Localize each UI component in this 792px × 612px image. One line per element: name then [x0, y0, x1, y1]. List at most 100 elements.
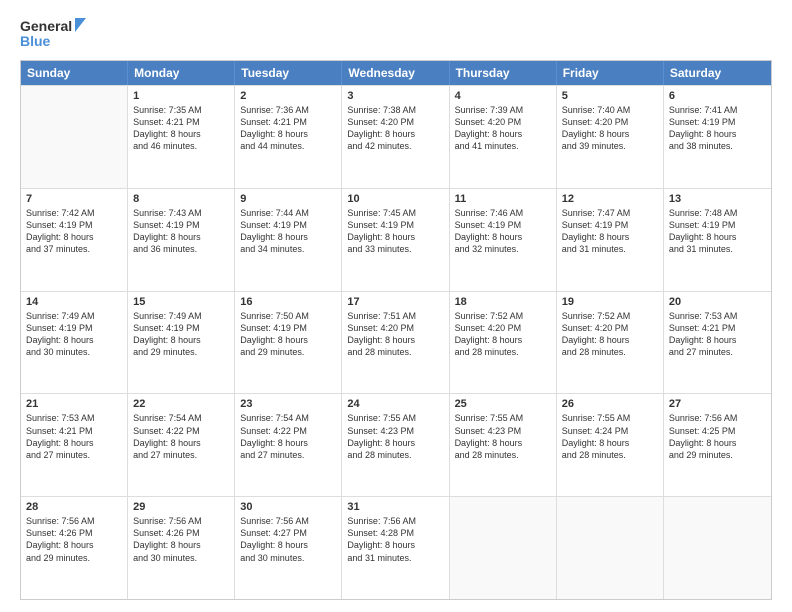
daylight2-line: and 29 minutes. — [26, 552, 122, 564]
sunrise-line: Sunrise: 7:41 AM — [669, 104, 766, 116]
calendar-cell — [21, 86, 128, 188]
daylight2-line: and 28 minutes. — [347, 346, 443, 358]
calendar-cell: 10Sunrise: 7:45 AMSunset: 4:19 PMDayligh… — [342, 189, 449, 291]
daylight2-line: and 30 minutes. — [26, 346, 122, 358]
day-number: 29 — [133, 501, 229, 513]
sunset-line: Sunset: 4:22 PM — [133, 425, 229, 437]
calendar-cell: 7Sunrise: 7:42 AMSunset: 4:19 PMDaylight… — [21, 189, 128, 291]
day-number: 26 — [562, 398, 658, 410]
daylight2-line: and 39 minutes. — [562, 140, 658, 152]
day-number: 9 — [240, 193, 336, 205]
day-number: 20 — [669, 296, 766, 308]
daylight2-line: and 28 minutes. — [562, 449, 658, 461]
daylight2-line: and 28 minutes. — [455, 346, 551, 358]
sunset-line: Sunset: 4:23 PM — [347, 425, 443, 437]
day-number: 5 — [562, 90, 658, 102]
sunset-line: Sunset: 4:26 PM — [26, 527, 122, 539]
daylight-line: Daylight: 8 hours — [133, 437, 229, 449]
sunrise-line: Sunrise: 7:49 AM — [133, 310, 229, 322]
daylight-line: Daylight: 8 hours — [455, 231, 551, 243]
calendar-cell: 16 Sunrise: 7:50 AMSunset: 4:19 PMDayligh… — [235, 292, 342, 394]
sunrise-line: Sunrise: 7:54 AM — [240, 412, 336, 424]
daylight2-line: and 27 minutes. — [133, 449, 229, 461]
calendar-cell: 27Sunrise: 7:56 AMSunset: 4:25 PMDayligh… — [664, 394, 771, 496]
daylight-line: Daylight: 8 hours — [562, 437, 658, 449]
daylight2-line: and 32 minutes. — [455, 243, 551, 255]
calendar-header: SundayMondayTuesdayWednesdayThursdayFrid… — [21, 61, 771, 85]
sunset-line: Sunset: 4:19 PM — [240, 219, 336, 231]
logo-svg: GeneralBlue — [20, 16, 90, 52]
day-of-week-header: Thursday — [450, 61, 557, 85]
sunset-line: Sunset: 4:20 PM — [562, 322, 658, 334]
day-number: 6 — [669, 90, 766, 102]
sunrise-line: Sunrise: 7:38 AM — [347, 104, 443, 116]
day-number: 15 — [133, 296, 229, 308]
calendar-cell: 29Sunrise: 7:56 AMSunset: 4:26 PMDayligh… — [128, 497, 235, 599]
sunset-line: Sunset: 4:20 PM — [347, 322, 443, 334]
sunrise-line: Sunrise: 7:39 AM — [455, 104, 551, 116]
day-number: 27 — [669, 398, 766, 410]
daylight2-line: and 27 minutes. — [26, 449, 122, 461]
calendar-cell: 30Sunrise: 7:56 AMSunset: 4:27 PMDayligh… — [235, 497, 342, 599]
sunset-line: Sunset: 4:19 PM — [669, 219, 766, 231]
sunrise-line: Sunrise: 7:45 AM — [347, 207, 443, 219]
sunset-line: Sunset: 4:21 PM — [669, 322, 766, 334]
calendar-cell: 23Sunrise: 7:54 AMSunset: 4:22 PMDayligh… — [235, 394, 342, 496]
daylight-line: Daylight: 8 hours — [26, 334, 122, 346]
day-of-week-header: Sunday — [21, 61, 128, 85]
sunset-line: Sunset: 4:19 PM — [562, 219, 658, 231]
calendar-cell — [450, 497, 557, 599]
calendar-cell: 2Sunrise: 7:36 AMSunset: 4:21 PMDaylight… — [235, 86, 342, 188]
daylight-line: Daylight: 8 hours — [240, 231, 336, 243]
sunrise-line: Sunrise: 7:46 AM — [455, 207, 551, 219]
day-number: 18 — [455, 296, 551, 308]
daylight2-line: and 30 minutes. — [133, 552, 229, 564]
calendar-row: 1Sunrise: 7:35 AMSunset: 4:21 PMDaylight… — [21, 85, 771, 188]
day-number: 11 — [455, 193, 551, 205]
daylight-line: Daylight: 8 hours — [347, 128, 443, 140]
calendar: SundayMondayTuesdayWednesdayThursdayFrid… — [20, 60, 772, 600]
header: GeneralBlue — [20, 16, 772, 52]
sunset-line: Sunset: 4:22 PM — [240, 425, 336, 437]
sunrise-line: Sunrise: 7:42 AM — [26, 207, 122, 219]
daylight-line: Daylight: 8 hours — [240, 128, 336, 140]
sunrise-line: Sunrise: 7:56 AM — [240, 515, 336, 527]
day-of-week-header: Wednesday — [342, 61, 449, 85]
calendar-cell: 25Sunrise: 7:55 AMSunset: 4:23 PMDayligh… — [450, 394, 557, 496]
calendar-row: 7Sunrise: 7:42 AMSunset: 4:19 PMDaylight… — [21, 188, 771, 291]
daylight2-line: and 29 minutes. — [133, 346, 229, 358]
sunset-line: Sunset: 4:19 PM — [240, 322, 336, 334]
day-number: 16 — [240, 296, 336, 308]
daylight-line: Daylight: 8 hours — [240, 437, 336, 449]
sunset-line: Sunset: 4:19 PM — [133, 322, 229, 334]
day-number: 4 — [455, 90, 551, 102]
sunset-line: Sunset: 4:23 PM — [455, 425, 551, 437]
sunrise-line: Sunrise: 7:52 AM — [562, 310, 658, 322]
calendar-cell: 18Sunrise: 7:52 AMSunset: 4:20 PMDayligh… — [450, 292, 557, 394]
daylight-line: Daylight: 8 hours — [669, 334, 766, 346]
daylight-line: Daylight: 8 hours — [669, 231, 766, 243]
calendar-cell: 12Sunrise: 7:47 AMSunset: 4:19 PMDayligh… — [557, 189, 664, 291]
sunset-line: Sunset: 4:20 PM — [455, 116, 551, 128]
calendar-cell: 11Sunrise: 7:46 AMSunset: 4:19 PMDayligh… — [450, 189, 557, 291]
daylight2-line: and 30 minutes. — [240, 552, 336, 564]
sunset-line: Sunset: 4:19 PM — [669, 116, 766, 128]
calendar-cell: 4Sunrise: 7:39 AMSunset: 4:20 PMDaylight… — [450, 86, 557, 188]
sunset-line: Sunset: 4:24 PM — [562, 425, 658, 437]
sunset-line: Sunset: 4:27 PM — [240, 527, 336, 539]
sunrise-line: Sunrise: 7:55 AM — [455, 412, 551, 424]
daylight2-line: and 28 minutes. — [455, 449, 551, 461]
sunset-line: Sunset: 4:19 PM — [26, 219, 122, 231]
sunrise-line: Sunrise: 7:55 AM — [347, 412, 443, 424]
sunset-line: Sunset: 4:20 PM — [455, 322, 551, 334]
calendar-row: 14Sunrise: 7:49 AMSunset: 4:19 PMDayligh… — [21, 291, 771, 394]
daylight-line: Daylight: 8 hours — [240, 334, 336, 346]
calendar-cell: 17Sunrise: 7:51 AMSunset: 4:20 PMDayligh… — [342, 292, 449, 394]
day-number: 24 — [347, 398, 443, 410]
sunset-line: Sunset: 4:19 PM — [347, 219, 443, 231]
sunrise-line: Sunrise: 7:51 AM — [347, 310, 443, 322]
daylight2-line: and 38 minutes. — [669, 140, 766, 152]
sunrise-line: Sunrise: 7:50 AM — [240, 310, 336, 322]
day-number: 30 — [240, 501, 336, 513]
daylight2-line: and 44 minutes. — [240, 140, 336, 152]
